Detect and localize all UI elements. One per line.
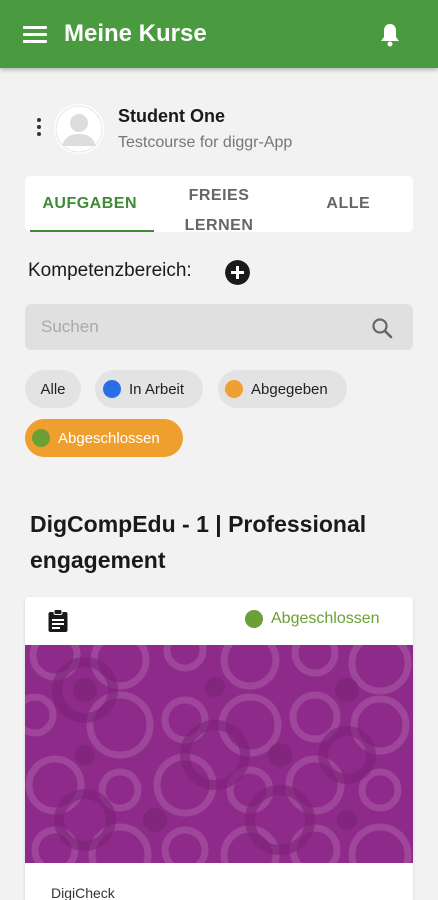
status-dot-icon (32, 429, 50, 447)
search-icon[interactable] (370, 316, 394, 340)
status-dot-icon (225, 380, 243, 398)
clipboard-icon (48, 609, 68, 632)
user-more-options-icon[interactable] (34, 118, 44, 142)
status-dot-icon (245, 610, 263, 628)
tab-label: AUFGABEN (42, 195, 137, 212)
kompetenzbereich-label: Kompetenzbereich: (28, 260, 192, 281)
filter-chip-in-arbeit[interactable]: In Arbeit (95, 370, 203, 408)
tab-label: FREIES LERNEN (184, 187, 254, 234)
tab-freies-lernen[interactable]: FREIES LERNEN (154, 176, 283, 234)
user-name: Student One (118, 106, 225, 126)
chip-label: Abgeschlossen (58, 429, 160, 447)
card-label: DigiCheck (51, 885, 115, 900)
task-card[interactable]: Abgeschlossen DigiCheck (25, 597, 413, 900)
card-cover-image (25, 645, 413, 863)
tab-label: ALLE (326, 195, 371, 212)
section-title: DigCompEdu - 1 | Professional engagement (30, 511, 367, 573)
avatar (54, 104, 104, 154)
filter-chip-abgeschlossen[interactable]: Abgeschlossen (25, 419, 183, 457)
filter-chip-abgegeben[interactable]: Abgegeben (218, 370, 347, 408)
chip-label: Abgegeben (251, 380, 328, 398)
tab-aufgaben[interactable]: AUFGABEN (25, 176, 155, 232)
search-bar (25, 304, 413, 350)
tab-alle[interactable]: ALLE (284, 176, 413, 232)
page-title: Meine Kurse (64, 20, 207, 47)
search-input[interactable] (41, 315, 341, 339)
card-status-label: Abgeschlossen (271, 610, 380, 627)
add-icon[interactable] (225, 260, 250, 285)
app-bar: Meine Kurse (0, 0, 438, 68)
status-dot-icon (103, 380, 121, 398)
notification-bell-icon[interactable] (378, 22, 402, 48)
filter-chip-alle[interactable]: Alle (25, 370, 81, 408)
user-course: Testcourse for diggr-App (118, 134, 293, 151)
chip-label: Alle (40, 380, 66, 398)
circle-pattern-graphic (25, 645, 413, 863)
card-status-badge: Abgeschlossen (245, 610, 380, 628)
menu-icon[interactable] (23, 26, 47, 44)
chip-label: In Arbeit (129, 380, 185, 398)
tab-bar: AUFGABEN FREIES LERNEN ALLE (25, 176, 413, 234)
